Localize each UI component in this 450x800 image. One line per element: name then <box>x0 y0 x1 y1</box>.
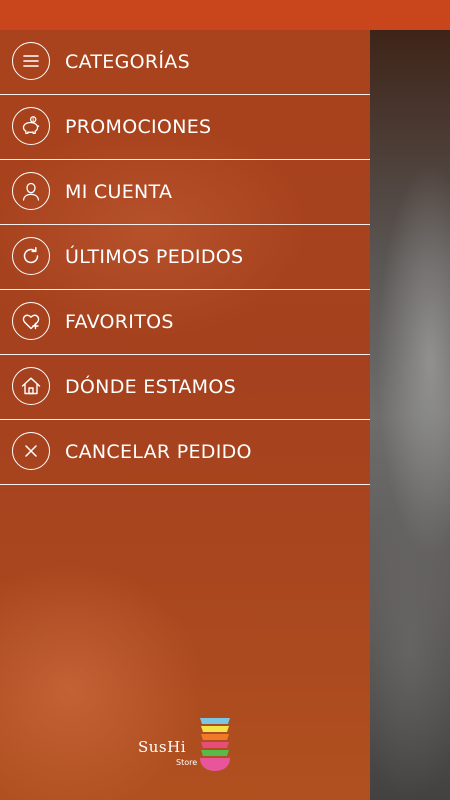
heart-plus-icon <box>12 302 50 340</box>
menu-label: MI CUENTA <box>65 181 173 203</box>
menu-item-ultimos-pedidos[interactable]: ÚLTIMOS PEDIDOS <box>0 225 370 290</box>
status-bar <box>0 0 450 30</box>
menu-lines-icon <box>12 42 50 80</box>
piggy-bank-icon: $ <box>12 107 50 145</box>
close-icon <box>12 432 50 470</box>
menu-item-promociones[interactable]: $ PROMOCIONES <box>0 95 370 160</box>
menu-label: CATEGORÍAS <box>65 51 190 73</box>
menu-label: ÚLTIMOS PEDIDOS <box>65 246 244 268</box>
app-screen: CATEGORÍAS $ PROMOCIONES MI CUENTA ÚLTIM… <box>0 0 450 800</box>
menu-item-donde-estamos[interactable]: DÓNDE ESTAMOS <box>0 355 370 420</box>
menu-label: FAVORITOS <box>65 311 174 333</box>
sushi-store-logo: SusHi Store <box>138 716 248 776</box>
dimmed-content-area[interactable] <box>370 30 450 800</box>
menu-item-favoritos[interactable]: FAVORITOS <box>0 290 370 355</box>
menu-label: PROMOCIONES <box>65 116 212 138</box>
menu-label: DÓNDE ESTAMOS <box>65 376 236 398</box>
menu-label: CANCELAR PEDIDO <box>65 441 252 463</box>
stacked-bowls-icon <box>200 718 230 771</box>
menu-item-cancelar-pedido[interactable]: CANCELAR PEDIDO <box>0 420 370 485</box>
logo-brand-text: SusHi <box>138 738 187 756</box>
home-icon <box>12 367 50 405</box>
menu-item-categorias[interactable]: CATEGORÍAS <box>0 30 370 95</box>
menu-item-mi-cuenta[interactable]: MI CUENTA <box>0 160 370 225</box>
svg-text:$: $ <box>32 117 35 122</box>
user-icon <box>12 172 50 210</box>
refresh-icon <box>12 237 50 275</box>
drawer-menu: CATEGORÍAS $ PROMOCIONES MI CUENTA ÚLTIM… <box>0 30 370 485</box>
logo-sub-text: Store <box>176 758 198 767</box>
